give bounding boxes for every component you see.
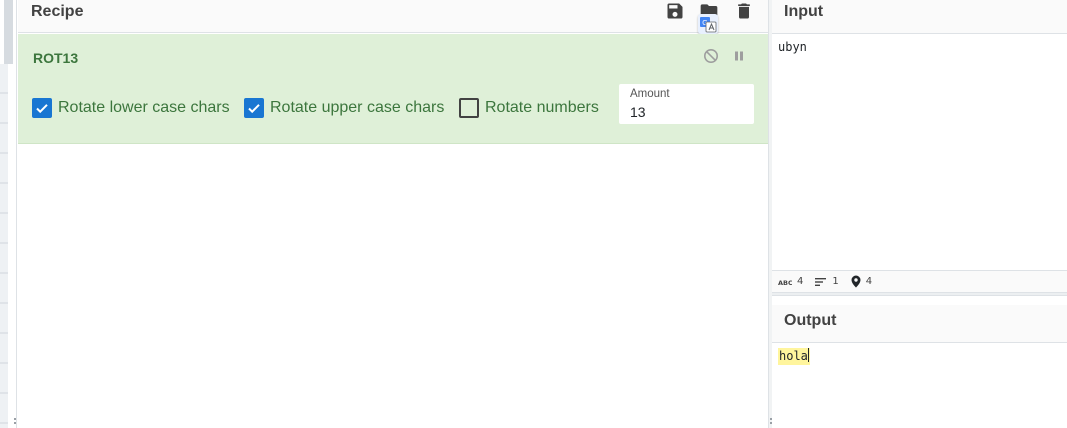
gutter-strip xyxy=(4,0,13,64)
pause-icon[interactable] xyxy=(731,48,747,64)
position-value: 4 xyxy=(865,276,873,287)
translate-icon[interactable]: G xyxy=(698,14,718,34)
gutter-cells xyxy=(0,64,8,428)
io-pane: Input ubyn ABC 4 1 4 Output hola xyxy=(772,0,1067,428)
option-label: Rotate upper case chars xyxy=(270,99,445,116)
option-rotate-upper[interactable]: Rotate upper case chars xyxy=(244,97,444,119)
text-caret xyxy=(807,348,809,362)
abc-icon: ABC xyxy=(778,279,792,286)
output-textarea[interactable]: hola xyxy=(778,348,810,365)
position-stat: 4 xyxy=(851,275,872,288)
operation-name: ROT13 xyxy=(33,50,79,66)
output-header: Output xyxy=(772,305,1067,343)
lines-stat: 1 xyxy=(815,276,839,287)
svg-text:ABC: ABC xyxy=(778,279,792,286)
option-label: Rotate lower case chars xyxy=(58,99,230,116)
input-statusbar: ABC 4 1 4 xyxy=(772,270,1067,292)
output-value: hola xyxy=(779,349,808,363)
recipe-header: Recipe G xyxy=(18,0,768,34)
option-rotate-numbers[interactable]: Rotate numbers xyxy=(459,97,599,119)
checkbox-checked-icon[interactable] xyxy=(32,98,52,118)
input-title: Input xyxy=(784,3,824,20)
amount-label: Amount xyxy=(630,88,670,100)
input-textarea[interactable]: ubyn xyxy=(778,40,807,54)
checkbox-unchecked-icon[interactable] xyxy=(459,98,479,118)
recipe-title: Recipe xyxy=(31,3,84,20)
resize-handle-left[interactable] xyxy=(14,418,16,426)
output-title: Output xyxy=(784,312,837,329)
recipe-pane: Recipe G ROT13 Rotate lower case chars R… xyxy=(18,0,768,428)
left-gutter xyxy=(0,0,17,428)
trash-icon[interactable] xyxy=(734,1,754,21)
option-label: Rotate numbers xyxy=(485,99,599,116)
disable-icon[interactable] xyxy=(703,48,719,64)
length-value: 4 xyxy=(797,276,804,287)
save-icon[interactable] xyxy=(665,1,685,21)
input-header: Input xyxy=(772,0,1067,34)
checkbox-checked-icon[interactable] xyxy=(244,98,264,118)
amount-value[interactable]: 13 xyxy=(630,104,646,120)
length-stat: ABC 4 xyxy=(778,276,803,287)
option-rotate-lower[interactable]: Rotate lower case chars xyxy=(32,97,230,119)
lines-icon xyxy=(815,277,827,286)
operation-rot13[interactable]: ROT13 Rotate lower case chars Rotate upp… xyxy=(18,34,768,144)
lines-value: 1 xyxy=(832,276,839,287)
amount-field[interactable]: Amount 13 xyxy=(619,84,754,124)
io-divider[interactable] xyxy=(772,292,1067,296)
location-pin-icon xyxy=(851,275,861,288)
